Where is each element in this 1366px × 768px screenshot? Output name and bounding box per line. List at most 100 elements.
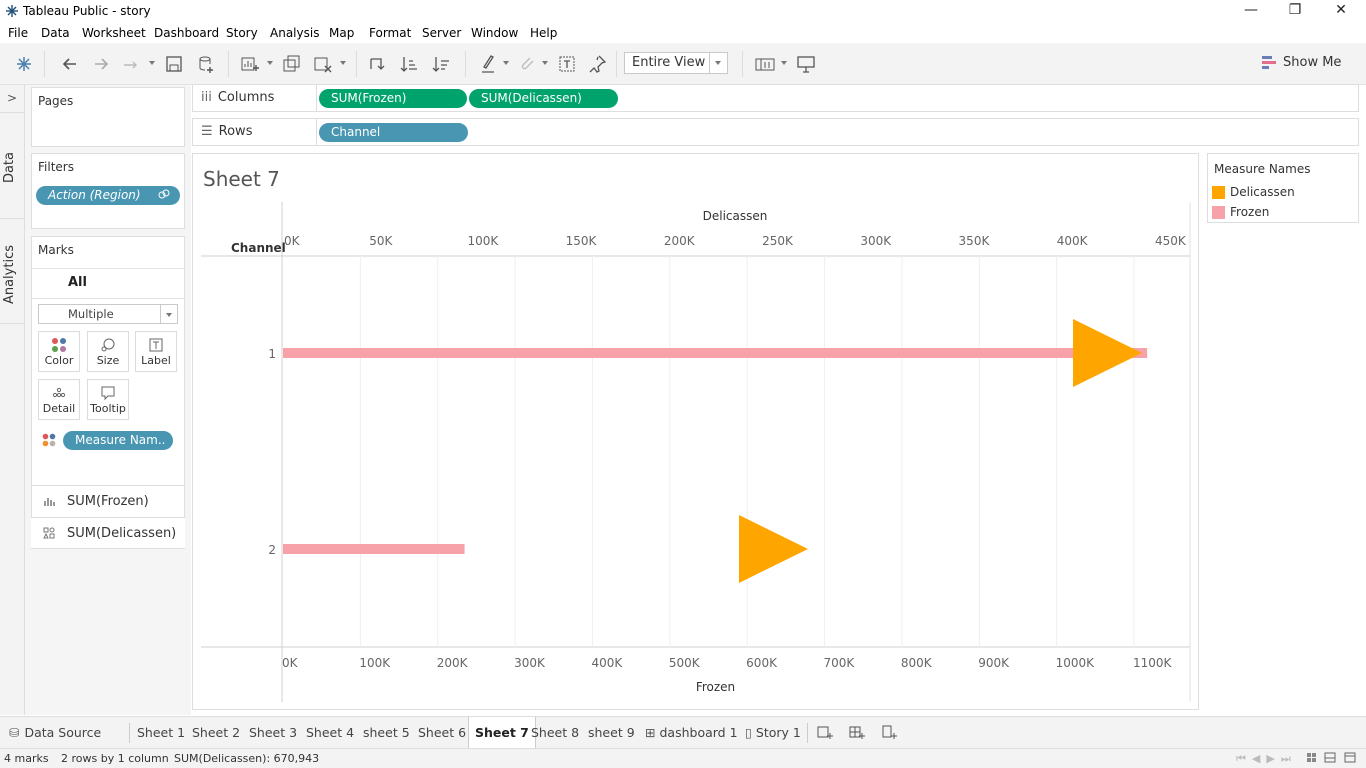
- top-axis-title: Delicassen: [703, 209, 768, 223]
- tab-sheet-4[interactable]: Sheet 4: [306, 717, 354, 748]
- pages-card[interactable]: Pages: [31, 87, 185, 147]
- top-axis-tick-label: 200K: [664, 234, 696, 248]
- group-members-icon[interactable]: [515, 53, 537, 75]
- tab-sheet-9[interactable]: sheet 9: [588, 717, 635, 748]
- swap-rows-columns-icon[interactable]: [366, 53, 388, 75]
- menu-dashboard[interactable]: Dashboard: [154, 26, 219, 40]
- new-dashboard-tab-icon[interactable]: [849, 724, 865, 743]
- menu-server[interactable]: Server: [422, 26, 461, 40]
- legend-label-delicassen: Delicassen: [1230, 185, 1295, 199]
- dashboard-icon: ⊞: [645, 725, 656, 740]
- filters-card[interactable]: Filters Action (Region): [31, 153, 185, 229]
- bottom-axis-tick-label: 0K: [282, 656, 299, 670]
- tab-sheet-8[interactable]: Sheet 8: [531, 717, 579, 748]
- bottom-axis-tick-label: 1100K: [1133, 656, 1173, 670]
- columns-label-text: Columns: [217, 90, 275, 105]
- detail-icon: [51, 385, 67, 401]
- column-pill-frozen[interactable]: SUM(Frozen): [319, 89, 467, 108]
- tab-data-source[interactable]: ⛁ Data Source: [9, 717, 101, 748]
- measure-card-delicassen[interactable]: SUM(Delicassen): [31, 517, 185, 549]
- filter-pill-label: Action (Region): [48, 188, 141, 202]
- link-icon: [158, 188, 170, 203]
- column-pill-delicassen[interactable]: SUM(Delicassen): [469, 89, 618, 108]
- top-axis-tick-label: 50K: [369, 234, 393, 248]
- chevron-down-icon[interactable]: [709, 53, 727, 73]
- status-bar: 4 marks 2 rows by 1 column SUM(Delicasse…: [0, 748, 1366, 768]
- filter-pill-action-region[interactable]: Action (Region): [36, 186, 180, 205]
- tab-story-1[interactable]: ▯ Story 1: [745, 717, 801, 748]
- rows-shelf[interactable]: ☰ Rows Channel: [192, 118, 1359, 146]
- tab-sheet-1[interactable]: Sheet 1: [137, 717, 185, 748]
- top-axis-tick-label: 300K: [860, 234, 892, 248]
- top-axis-tick-label: 0K: [284, 234, 301, 248]
- marks-detail-label: Detail: [42, 402, 76, 415]
- tableau-home-icon[interactable]: [13, 53, 35, 75]
- presentation-mode-icon[interactable]: [795, 53, 817, 75]
- tab-sheet-6[interactable]: Sheet 6: [418, 717, 466, 748]
- color-dots-icon: [51, 337, 67, 353]
- measure-card-frozen[interactable]: SUM(Frozen): [31, 485, 185, 517]
- columns-shelf[interactable]: iii Columns SUM(Frozen) SUM(Delicassen): [192, 84, 1359, 112]
- bottom-axis-tick-label: 700K: [824, 656, 856, 670]
- viz-pane[interactable]: Sheet 7 0K 100K 200K 300K 400K 500K 600K 700K 80…: [192, 153, 1199, 710]
- replay-icon[interactable]: [120, 53, 142, 75]
- redo-icon[interactable]: [90, 53, 112, 75]
- story-icon: ▯: [745, 725, 752, 740]
- duplicate-sheet-icon[interactable]: [281, 53, 303, 75]
- pages-title: Pages: [38, 94, 74, 108]
- marks-size-button[interactable]: Size: [87, 331, 129, 372]
- undo-icon[interactable]: [59, 53, 81, 75]
- tab-analytics[interactable]: Analytics: [2, 245, 17, 304]
- sheet-tab-bar: ⛁ Data Source Sheet 1 Sheet 2 Sheet 3 She…: [0, 716, 1366, 748]
- menu-data[interactable]: Data: [41, 26, 70, 40]
- legend-swatch-delicassen: [1212, 186, 1225, 199]
- marks-detail-button[interactable]: Detail: [38, 379, 80, 420]
- menu-file[interactable]: File: [8, 26, 28, 40]
- measure-names-pill[interactable]: Measure Nam..: [63, 431, 173, 450]
- menu-worksheet[interactable]: Worksheet: [82, 26, 146, 40]
- new-worksheet-tab-icon[interactable]: [817, 724, 833, 743]
- new-data-source-icon[interactable]: [195, 53, 217, 75]
- menu-map[interactable]: Map: [329, 26, 354, 40]
- marks-color-label: Color: [44, 354, 74, 367]
- tab-sheet-2[interactable]: Sheet 2: [192, 717, 240, 748]
- restore-button[interactable]: ❐: [1280, 2, 1310, 22]
- tab-sheet-3[interactable]: Sheet 3: [249, 717, 297, 748]
- save-icon[interactable]: [163, 53, 185, 75]
- close-button[interactable]: ✕: [1326, 2, 1356, 22]
- show-me-button[interactable]: Show Me: [1262, 55, 1341, 70]
- menu-story[interactable]: Story: [226, 26, 258, 40]
- show-cards-icon[interactable]: [754, 53, 776, 75]
- view-mode-select[interactable]: Entire View: [624, 52, 728, 74]
- tab-dashboard-1[interactable]: ⊞ dashboard 1: [645, 717, 738, 748]
- menu-window[interactable]: Window: [471, 26, 518, 40]
- menu-help[interactable]: Help: [530, 26, 557, 40]
- marks-tooltip-button[interactable]: Tooltip: [87, 379, 129, 420]
- page-nav-icons[interactable]: ⏮◀▶⏭: [1236, 752, 1297, 766]
- expand-chevron-icon[interactable]: >: [7, 91, 17, 105]
- view-toggle-icons[interactable]: [1307, 752, 1359, 767]
- marks-all-tab[interactable]: All: [68, 275, 87, 290]
- sort-descending-icon[interactable]: [430, 53, 452, 75]
- menu-analysis[interactable]: Analysis: [270, 26, 319, 40]
- legend-card[interactable]: Measure Names Delicassen Frozen: [1207, 153, 1359, 223]
- tab-sheet-5[interactable]: sheet 5: [363, 717, 410, 748]
- tab-data[interactable]: Data: [2, 152, 17, 183]
- new-worksheet-icon[interactable]: [239, 53, 261, 75]
- minimize-button[interactable]: —: [1236, 2, 1266, 22]
- mark-type-select[interactable]: Multiple: [38, 304, 178, 324]
- highlight-icon[interactable]: [477, 53, 499, 75]
- row-pill-channel[interactable]: Channel: [319, 123, 468, 142]
- marks-label-button[interactable]: Label: [135, 331, 177, 372]
- size-icon: [100, 337, 116, 353]
- marks-color-button[interactable]: Color: [38, 331, 80, 372]
- sort-ascending-icon[interactable]: [398, 53, 420, 75]
- clear-sheet-icon[interactable]: [312, 53, 334, 75]
- show-mark-labels-icon[interactable]: [556, 53, 578, 75]
- database-icon: ⛁: [9, 725, 20, 740]
- menu-format[interactable]: Format: [369, 26, 411, 40]
- chart-canvas[interactable]: 0K 100K 200K 300K 400K 500K 600K 700K 800K 900K 10…: [193, 154, 1198, 709]
- tab-sheet-7[interactable]: Sheet 7: [468, 717, 536, 748]
- fix-axes-icon[interactable]: [587, 53, 609, 75]
- new-story-tab-icon[interactable]: [881, 724, 897, 743]
